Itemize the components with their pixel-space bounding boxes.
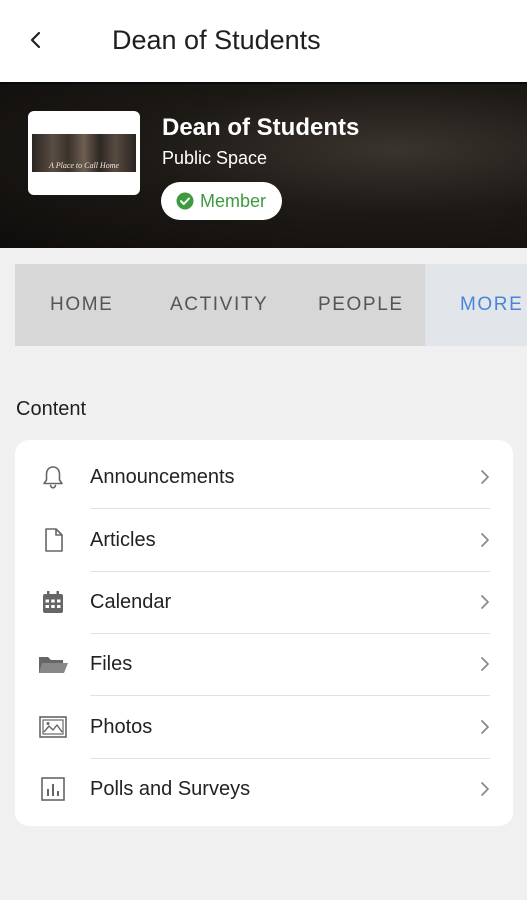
list-item-files[interactable]: Files	[15, 633, 513, 695]
space-visibility: Public Space	[162, 148, 268, 168]
calendar-icon	[37, 586, 69, 618]
chevron-right-icon	[477, 530, 493, 550]
page-title: Dean of Students	[112, 25, 321, 55]
content-list-card: Announcements Articles Calendar Files Ph…	[15, 440, 513, 826]
tab-more[interactable]: MORE	[460, 264, 523, 346]
check-circle-icon	[176, 192, 194, 210]
list-item-label: Announcements	[90, 465, 235, 488]
chevron-right-icon	[477, 717, 493, 737]
content-section-title: Content	[16, 398, 87, 420]
member-badge[interactable]: Member	[161, 182, 283, 220]
chevron-right-icon	[477, 654, 493, 674]
top-app-bar: Dean of Students	[0, 0, 527, 82]
list-item-polls-and-surveys[interactable]: Polls and Surveys	[15, 758, 513, 820]
back-button[interactable]	[20, 24, 52, 56]
chevron-left-icon	[30, 31, 41, 49]
list-item-label: Polls and Surveys	[90, 777, 251, 800]
folder-icon	[37, 648, 69, 680]
member-badge-label: Member	[200, 190, 267, 211]
space-thumbnail: A Place to Call Home	[28, 111, 140, 195]
bar-chart-icon	[37, 773, 69, 805]
list-item-announcements[interactable]: Announcements	[15, 446, 513, 508]
tab-home[interactable]: HOME	[50, 264, 113, 346]
thumbnail-photo: A Place to Call Home	[32, 134, 136, 172]
list-item-label: Photos	[90, 715, 153, 738]
list-item-label: Articles	[90, 528, 156, 551]
tab-activity[interactable]: ACTIVITY	[170, 264, 268, 346]
list-item-calendar[interactable]: Calendar	[15, 571, 513, 633]
list-item-label: Calendar	[90, 590, 172, 613]
chevron-right-icon	[477, 592, 493, 612]
list-item-label: Files	[90, 652, 133, 675]
document-icon	[37, 524, 69, 556]
list-item-articles[interactable]: Articles	[15, 509, 513, 571]
list-item-photos[interactable]: Photos	[15, 696, 513, 758]
tab-people[interactable]: PEOPLE	[318, 264, 404, 346]
chevron-right-icon	[477, 467, 493, 487]
image-icon	[37, 711, 69, 743]
tab-bar: HOME ACTIVITY PEOPLE MORE	[15, 264, 527, 346]
chevron-right-icon	[477, 779, 493, 799]
space-header-banner: A Place to Call Home Dean of Students Pu…	[0, 82, 527, 248]
thumbnail-caption: A Place to Call Home	[48, 161, 120, 170]
bell-icon	[37, 461, 69, 493]
space-title: Dean of Students	[162, 114, 360, 141]
